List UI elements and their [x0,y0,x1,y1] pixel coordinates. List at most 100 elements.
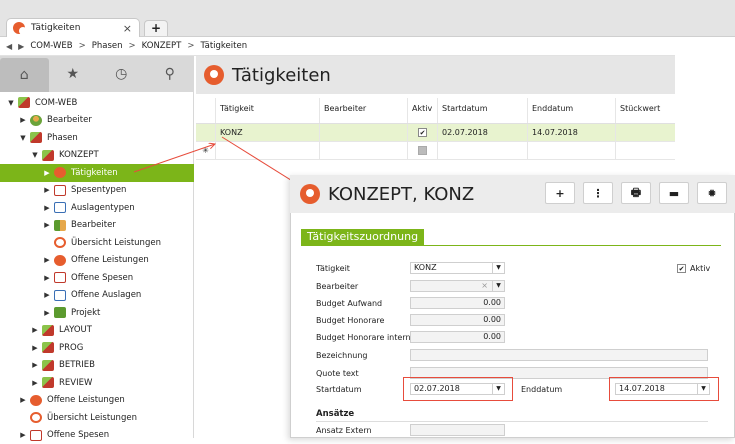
aktiv-checkbox[interactable]: ✔ [418,128,427,137]
expanded-arrow-icon[interactable]: ▼ [6,99,16,107]
tree-item-label: Offene Leistungen [47,395,125,405]
add-button[interactable]: + [545,182,575,204]
collapsed-arrow-icon[interactable]: ▶ [18,396,28,404]
cell-bearbeiter[interactable] [320,124,408,141]
tree-item[interactable]: ▶REVIEW [0,374,194,392]
back-arrow-icon[interactable]: ◀ [6,42,12,51]
collapsed-arrow-icon[interactable]: ▶ [30,326,40,334]
print-button[interactable]: 🖶 [621,182,651,204]
cell-aktiv[interactable] [408,142,438,159]
column-header[interactable]: Stückwert [616,98,675,123]
bearbeiter-select[interactable]: × ▼ [410,280,505,292]
tree-item[interactable]: ▼ Phasen [0,129,194,147]
column-header[interactable]: Startdatum [438,98,528,123]
startdatum-input[interactable]: 02.07.2018 ▼ [410,383,505,395]
cell-taetigkeit[interactable] [216,142,320,159]
tree-item[interactable]: ▶Bearbeiter [0,112,194,130]
browser-tab[interactable]: Tätigkeiten × [6,18,140,37]
table-row[interactable]: KONZ ✔ 02.07.2018 14.07.2018 [196,124,675,142]
bezeichnung-input[interactable] [410,349,708,361]
collapsed-arrow-icon[interactable]: ▶ [18,431,28,439]
budget-honorare-input[interactable]: 0.00 [410,314,505,326]
collapsed-arrow-icon[interactable]: ▶ [42,256,52,264]
tree-item[interactable]: Übersicht Leistungen [0,234,194,252]
search-icon[interactable]: ⚲ [146,56,195,92]
more-options-button[interactable]: ⋮ [583,182,613,204]
tree-item[interactable]: ▶Projekt [0,304,194,322]
home-icon[interactable]: ⌂ [0,58,49,92]
collapsed-arrow-icon[interactable]: ▶ [30,344,40,352]
collapsed-arrow-icon[interactable]: ▶ [30,361,40,369]
tree-item[interactable]: ▶LAYOUT [0,322,194,340]
tree-item[interactable]: ▶Spesentypen [0,182,194,200]
tree-item[interactable]: ▶Bearbeiter [0,217,194,235]
cell-enddatum[interactable]: 14.07.2018 [528,124,616,141]
collapsed-arrow-icon[interactable]: ▶ [42,169,52,177]
chevron-down-icon[interactable]: ▼ [697,384,709,394]
column-header[interactable]: Enddatum [528,98,616,123]
collapsed-arrow-icon[interactable]: ▶ [42,186,52,194]
star-icon[interactable]: ★ [49,56,98,92]
clear-icon[interactable]: × [481,281,488,291]
column-header[interactable]: Aktiv [408,98,438,123]
collapsed-arrow-icon[interactable]: ▶ [42,274,52,282]
tree-item[interactable]: ▶Offene Leistungen [0,252,194,270]
aktiv-checkbox[interactable]: ✔ [677,264,686,273]
collapsed-arrow-icon[interactable]: ▶ [18,116,28,124]
column-header[interactable]: Tätigkeit [216,98,320,123]
cell-taetigkeit[interactable]: KONZ [216,124,320,141]
cell-startdatum[interactable]: 02.07.2018 [438,124,528,141]
aktiv-checkbox[interactable] [418,146,427,155]
cell-startdatum[interactable] [438,142,528,159]
tree-item[interactable]: ▶Auslagentypen [0,199,194,217]
clock-icon[interactable]: ◷ [97,56,146,92]
cell-stueckwert[interactable] [616,142,675,159]
breadcrumb-item[interactable]: Tätigkeiten [200,41,247,51]
chevron-down-icon[interactable]: ▼ [492,281,504,291]
settings-button[interactable]: ✹ [697,182,727,204]
collapsed-arrow-icon[interactable]: ▶ [30,379,40,387]
enddatum-input[interactable]: 14.07.2018 ▼ [615,383,710,395]
breadcrumb-item[interactable]: KONZEPT [142,41,182,51]
tree-item[interactable]: ▼KONZEPT [0,147,194,165]
column-header[interactable]: Bearbeiter [320,98,408,123]
taetigkeit-select[interactable]: KONZ ▼ [410,262,505,274]
circ-icon [30,412,42,423]
tree-item[interactable]: Übersicht Leistungen [0,409,194,427]
tab-close-icon[interactable]: × [123,22,132,35]
tree-item[interactable]: ▶Offene Spesen [0,269,194,287]
budget-honorare-intern-input[interactable]: 0.00 [410,331,505,343]
cell-enddatum[interactable] [528,142,616,159]
tree-item-label: Phasen [47,133,78,143]
quote-text-label: Quote text [316,369,359,378]
table-row-new[interactable]: ✳ [196,142,675,160]
tree-item[interactable]: ▶BETRIEB [0,357,194,375]
collapsed-arrow-icon[interactable]: ▶ [42,291,52,299]
tree-item[interactable]: ▶ Offene Leistungen [0,392,194,410]
new-tab-button[interactable]: + [144,20,168,36]
tree-item[interactable]: ▶Tätigkeiten [0,164,194,182]
breadcrumb-item[interactable]: COM-WEB [30,41,72,51]
tree-item[interactable]: ▼COM-WEB [0,94,194,112]
folder-icon [30,132,42,143]
expanded-arrow-icon[interactable]: ▼ [30,151,40,159]
forward-arrow-icon[interactable]: ▶ [18,42,24,51]
tree-item[interactable]: ▶Offene Auslagen [0,287,194,305]
expanded-arrow-icon[interactable]: ▼ [18,134,28,142]
breadcrumb-item[interactable]: Phasen [92,41,123,51]
ansatz-extern-input[interactable] [410,424,505,436]
tree-item[interactable]: ▶PROG [0,339,194,357]
folder-button[interactable]: ▬ [659,182,689,204]
collapsed-arrow-icon[interactable]: ▶ [42,309,52,317]
cell-stueckwert[interactable] [616,124,675,141]
collapsed-arrow-icon[interactable]: ▶ [42,221,52,229]
chevron-down-icon[interactable]: ▼ [492,384,504,394]
chevron-down-icon[interactable]: ▼ [492,263,504,273]
tree-item-label: Offene Spesen [47,430,109,440]
budget-aufwand-input[interactable]: 0.00 [410,297,505,309]
collapsed-arrow-icon[interactable]: ▶ [42,204,52,212]
tree-item[interactable]: ▶ Offene Spesen [0,427,194,444]
cell-aktiv[interactable]: ✔ [408,124,438,141]
folder-icon [42,342,54,353]
cell-bearbeiter[interactable] [320,142,408,159]
